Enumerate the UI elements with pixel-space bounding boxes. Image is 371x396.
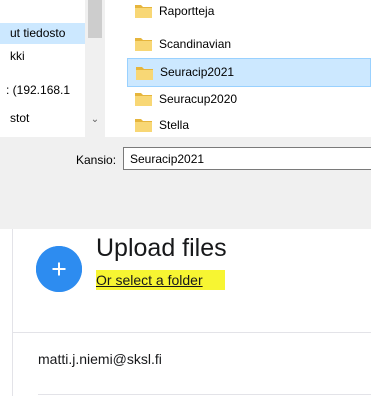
- divider: [38, 394, 371, 395]
- nav-item-network-drive[interactable]: : (192.168.1: [0, 80, 85, 101]
- upload-title: Upload files: [96, 234, 227, 262]
- navigation-pane: ut tiedosto kki : (192.168.1 stot ⌄: [0, 0, 105, 137]
- folder-name: Raportteja: [159, 4, 215, 18]
- account-email: matti.j.niemi@sksl.fi: [38, 351, 162, 367]
- nav-scrollbar[interactable]: ⌄: [85, 0, 105, 137]
- nav-item-network[interactable]: kki: [0, 46, 85, 67]
- folder-item-selected[interactable]: Seuracip2021: [127, 58, 371, 87]
- divider: [12, 332, 371, 333]
- folder-item[interactable]: Raportteja: [127, 0, 371, 23]
- folder-name: Seuracip2021: [160, 65, 235, 79]
- folder-item[interactable]: Stella: [127, 113, 371, 137]
- folder-item[interactable]: Scandinavian: [127, 32, 371, 56]
- nav-item-quick-access[interactable]: ut tiedosto: [0, 23, 85, 44]
- add-files-button[interactable]: [36, 246, 82, 292]
- chevron-down-icon[interactable]: ⌄: [85, 113, 105, 127]
- folder-item[interactable]: Seuracup2020: [127, 87, 371, 111]
- plus-icon: [36, 246, 82, 292]
- scroll-thumb[interactable]: [88, 0, 102, 38]
- folder-icon: [135, 92, 152, 106]
- folder-field-input[interactable]: [123, 147, 371, 170]
- file-dialog: ut tiedosto kki : (192.168.1 stot ⌄ Rapo…: [0, 0, 371, 229]
- folder-icon: [135, 118, 152, 132]
- select-folder-link[interactable]: Or select a folder: [96, 270, 225, 290]
- folder-icon: [135, 4, 152, 18]
- folder-name: Stella: [159, 118, 190, 132]
- folder-icon: [136, 66, 153, 80]
- folder-name: Seuracup2020: [159, 92, 238, 106]
- folder-icon: [135, 37, 152, 51]
- folder-name: Scandinavian: [159, 37, 232, 51]
- nav-item-folders[interactable]: stot: [0, 108, 85, 129]
- folder-field-label: Kansio:: [76, 153, 117, 167]
- file-list: Raportteja Scandinavian Seuracip2021 Seu…: [105, 0, 371, 137]
